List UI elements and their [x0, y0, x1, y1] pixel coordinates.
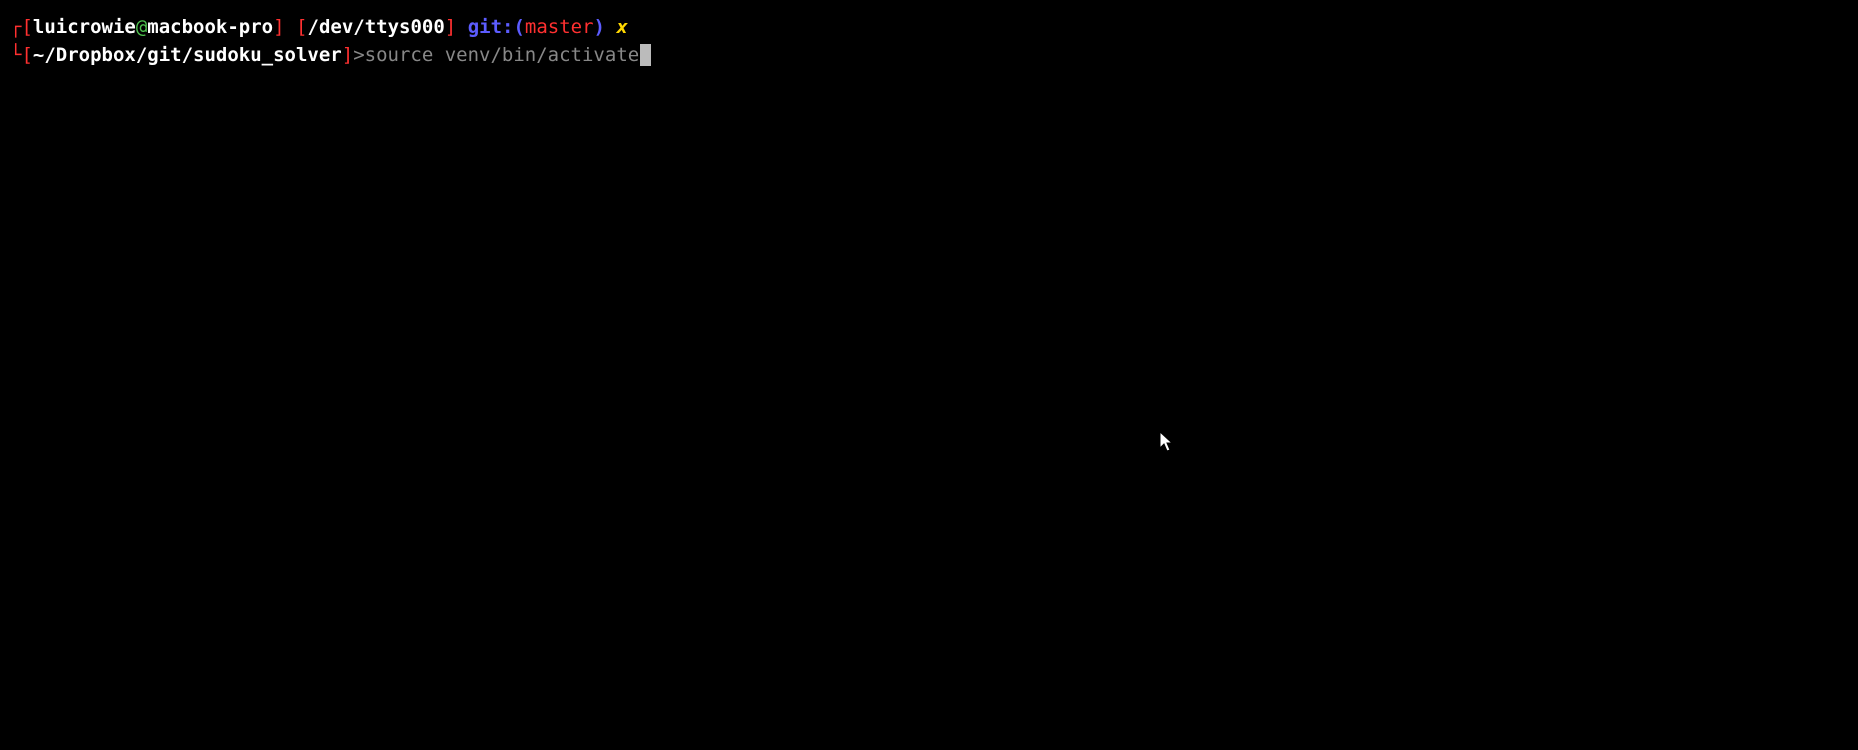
prompt-line-2: └[~/Dropbox/git/sudoku_solver]>source ve… [10, 42, 1848, 70]
command-input[interactable]: source venv/bin/activate [365, 44, 640, 66]
git-branch: master [525, 16, 594, 38]
bracket-open-3: └[ [10, 44, 33, 66]
bracket-open: ┌[ [10, 16, 33, 38]
git-paren-close: ) [594, 16, 605, 38]
git-label: git: [468, 16, 514, 38]
mouse-cursor-icon [1160, 432, 1176, 454]
tty-path: /dev/ttys000 [308, 16, 445, 38]
bracket-close-3: ] [342, 44, 353, 66]
prompt-line-1: ┌[luicrowie@macbook-pro] [/dev/ttys000] … [10, 14, 1848, 42]
hostname: macbook-pro [147, 16, 273, 38]
username: luicrowie [33, 16, 136, 38]
bracket-close: ] [273, 16, 284, 38]
terminal-output[interactable]: ┌[luicrowie@macbook-pro] [/dev/ttys000] … [10, 14, 1848, 69]
text-cursor [640, 44, 651, 66]
git-dirty-icon: x [616, 16, 627, 38]
bracket-close-2: ] [445, 16, 456, 38]
current-working-directory: ~/Dropbox/git/sudoku_solver [33, 44, 342, 66]
git-paren-open: ( [513, 16, 524, 38]
prompt-arrow: > [353, 44, 364, 66]
at-symbol: @ [136, 16, 147, 38]
bracket-open-2: [ [296, 16, 307, 38]
